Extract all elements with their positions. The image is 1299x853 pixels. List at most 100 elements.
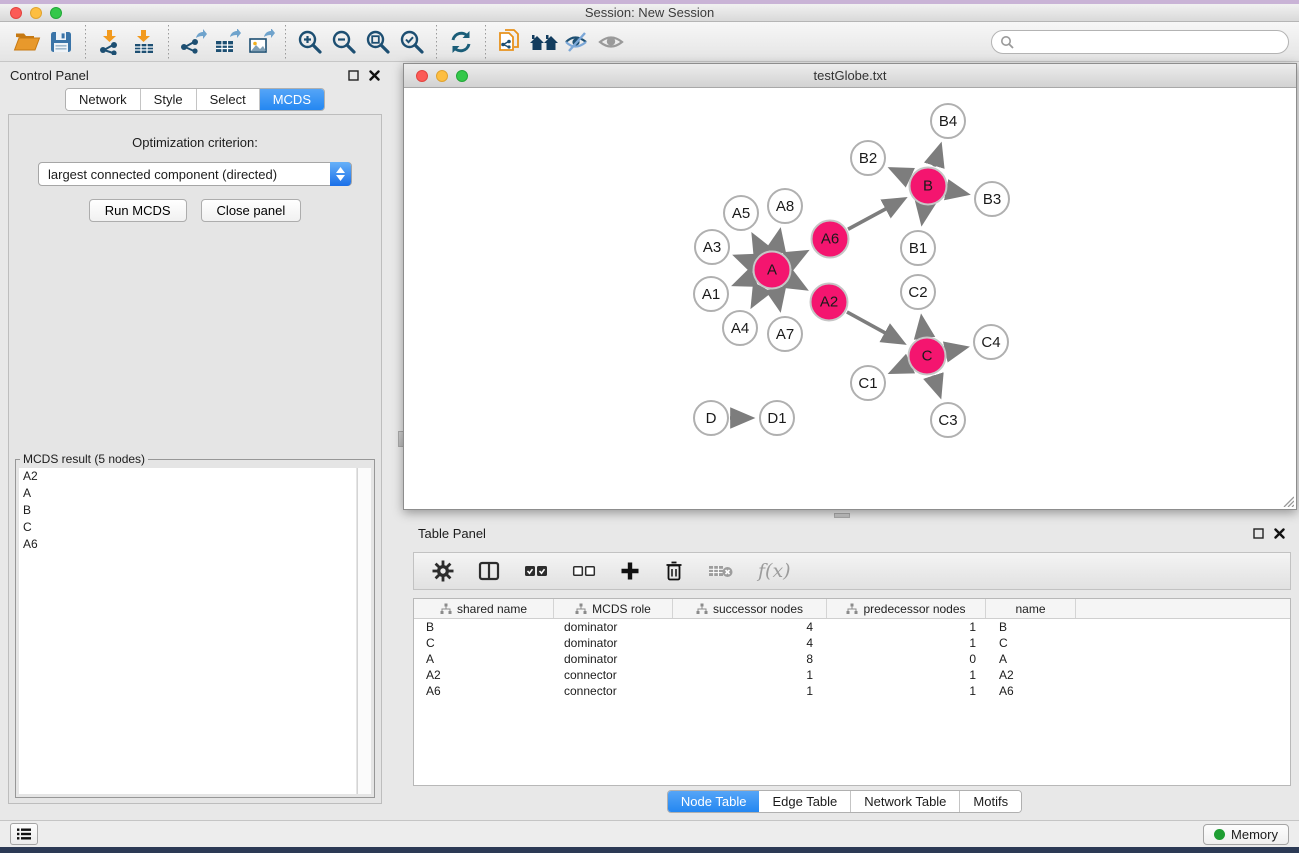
close-table-panel-icon[interactable] (1274, 528, 1285, 539)
edge-A-A5[interactable] (754, 237, 762, 252)
graph-node-C[interactable]: C (908, 337, 947, 376)
graph-node-A2[interactable]: A2 (810, 283, 849, 322)
import-network-icon[interactable] (93, 26, 127, 58)
graph-node-D1[interactable]: D1 (759, 400, 795, 436)
graph-node-A6[interactable]: A6 (811, 220, 850, 259)
graph-node-C2[interactable]: C2 (900, 274, 936, 310)
network-traffic-lights[interactable] (416, 70, 468, 82)
add-column-icon[interactable] (620, 561, 640, 581)
column-header-name[interactable]: name (986, 599, 1076, 618)
edge-B-B2[interactable] (892, 169, 909, 177)
minimize-window-button[interactable] (30, 7, 42, 19)
window-resize-grip[interactable] (1281, 494, 1294, 507)
edge-A-A2[interactable] (790, 280, 804, 288)
edge-A-A6[interactable] (790, 252, 805, 260)
minimize-network-button[interactable] (436, 70, 448, 82)
float-panel-icon[interactable] (348, 70, 359, 81)
mcds-result-item[interactable]: C (19, 519, 356, 536)
edge-A-A1[interactable] (736, 278, 753, 285)
traffic-lights[interactable] (10, 7, 62, 19)
refresh-icon[interactable] (444, 26, 478, 58)
graph-node-A3[interactable]: A3 (694, 229, 730, 265)
show-column-icon[interactable] (478, 560, 500, 582)
horizontal-splitter-handle[interactable] (834, 513, 850, 518)
export-network-icon[interactable] (176, 26, 210, 58)
table-row[interactable]: Bdominator41B (414, 619, 1290, 635)
show-panel-menu-button[interactable] (10, 823, 38, 845)
graph-node-B1[interactable]: B1 (900, 230, 936, 266)
tab-mcds[interactable]: MCDS (260, 89, 324, 110)
edge-B-B1[interactable] (922, 206, 924, 221)
graph-node-C3[interactable]: C3 (930, 402, 966, 438)
table-row[interactable]: A2connector11A2 (414, 667, 1290, 683)
tab-select[interactable]: Select (197, 89, 260, 110)
table-settings-gear-icon[interactable] (432, 560, 454, 582)
float-table-panel-icon[interactable] (1253, 528, 1264, 539)
tab-style[interactable]: Style (141, 89, 197, 110)
deselect-all-icon[interactable] (572, 563, 596, 579)
open-session-icon[interactable] (10, 26, 44, 58)
table-row[interactable]: A6connector11A6 (414, 683, 1290, 699)
graph-node-A7[interactable]: A7 (767, 316, 803, 352)
delete-column-icon[interactable] (708, 563, 734, 579)
tab-edge-table[interactable]: Edge Table (759, 791, 851, 812)
mcds-result-item[interactable]: A (19, 485, 356, 502)
close-window-button[interactable] (10, 7, 22, 19)
show-all-icon[interactable] (595, 26, 629, 58)
graph-node-C1[interactable]: C1 (850, 365, 886, 401)
zoom-selected-icon[interactable] (395, 26, 429, 58)
edge-C-C3[interactable] (933, 375, 939, 394)
graph-node-D[interactable]: D (693, 400, 729, 436)
mcds-result-item[interactable]: A2 (19, 468, 356, 485)
close-network-button[interactable] (416, 70, 428, 82)
graph-node-C4[interactable]: C4 (973, 324, 1009, 360)
graph-node-B3[interactable]: B3 (974, 181, 1010, 217)
first-neighbors-icon[interactable] (527, 26, 561, 58)
edge-A-A4[interactable] (753, 288, 762, 304)
edge-C-C4[interactable] (947, 348, 965, 352)
column-header-shared-name[interactable]: shared name (414, 599, 554, 618)
tab-network-table[interactable]: Network Table (851, 791, 960, 812)
column-header-MCDS-role[interactable]: MCDS role (554, 599, 673, 618)
graph-node-B4[interactable]: B4 (930, 103, 966, 139)
hide-selected-icon[interactable] (561, 26, 595, 58)
new-network-from-selection-icon[interactable] (493, 26, 527, 58)
import-table-icon[interactable] (127, 26, 161, 58)
tab-node-table[interactable]: Node Table (668, 791, 760, 812)
search-input[interactable] (991, 30, 1289, 54)
tab-motifs[interactable]: Motifs (960, 791, 1021, 812)
table-row[interactable]: Adominator80A (414, 651, 1290, 667)
mcds-result-scrollbar[interactable] (357, 468, 371, 794)
save-session-icon[interactable] (44, 26, 78, 58)
zoom-in-icon[interactable] (293, 26, 327, 58)
close-panel-button[interactable]: Close panel (201, 199, 302, 222)
function-builder-icon[interactable]: f(x) (758, 560, 791, 582)
table-row[interactable]: Cdominator41C (414, 635, 1290, 651)
edge-A6-B[interactable] (848, 200, 903, 230)
graph-node-B[interactable]: B (909, 167, 948, 206)
edge-A-A8[interactable] (776, 232, 780, 249)
run-mcds-button[interactable]: Run MCDS (89, 199, 187, 222)
edge-A-A3[interactable] (737, 257, 753, 263)
delete-row-icon[interactable] (664, 560, 684, 582)
optimization-criterion-select[interactable]: largest connected component (directed) (38, 162, 352, 186)
zoom-window-button[interactable] (50, 7, 62, 19)
zoom-network-button[interactable] (456, 70, 468, 82)
graph-node-B2[interactable]: B2 (850, 140, 886, 176)
export-table-icon[interactable] (210, 26, 244, 58)
zoom-out-icon[interactable] (327, 26, 361, 58)
graph-node-A8[interactable]: A8 (767, 188, 803, 224)
graph-node-A4[interactable]: A4 (722, 310, 758, 346)
edge-A2-C[interactable] (847, 312, 902, 342)
node-table[interactable]: shared nameMCDS rolesuccessor nodesprede… (413, 598, 1291, 786)
graph-node-A[interactable]: A (753, 251, 792, 290)
column-header-predecessor-nodes[interactable]: predecessor nodes (827, 599, 986, 618)
graph-node-A1[interactable]: A1 (693, 276, 729, 312)
mcds-result-item[interactable]: A6 (19, 536, 356, 553)
network-window-titlebar[interactable]: testGlobe.txt (404, 64, 1296, 88)
edge-C-C1[interactable] (893, 365, 909, 372)
memory-button[interactable]: Memory (1203, 824, 1289, 845)
select-all-icon[interactable] (524, 563, 548, 579)
close-panel-icon[interactable] (369, 70, 380, 81)
edge-A-A7[interactable] (776, 290, 780, 307)
